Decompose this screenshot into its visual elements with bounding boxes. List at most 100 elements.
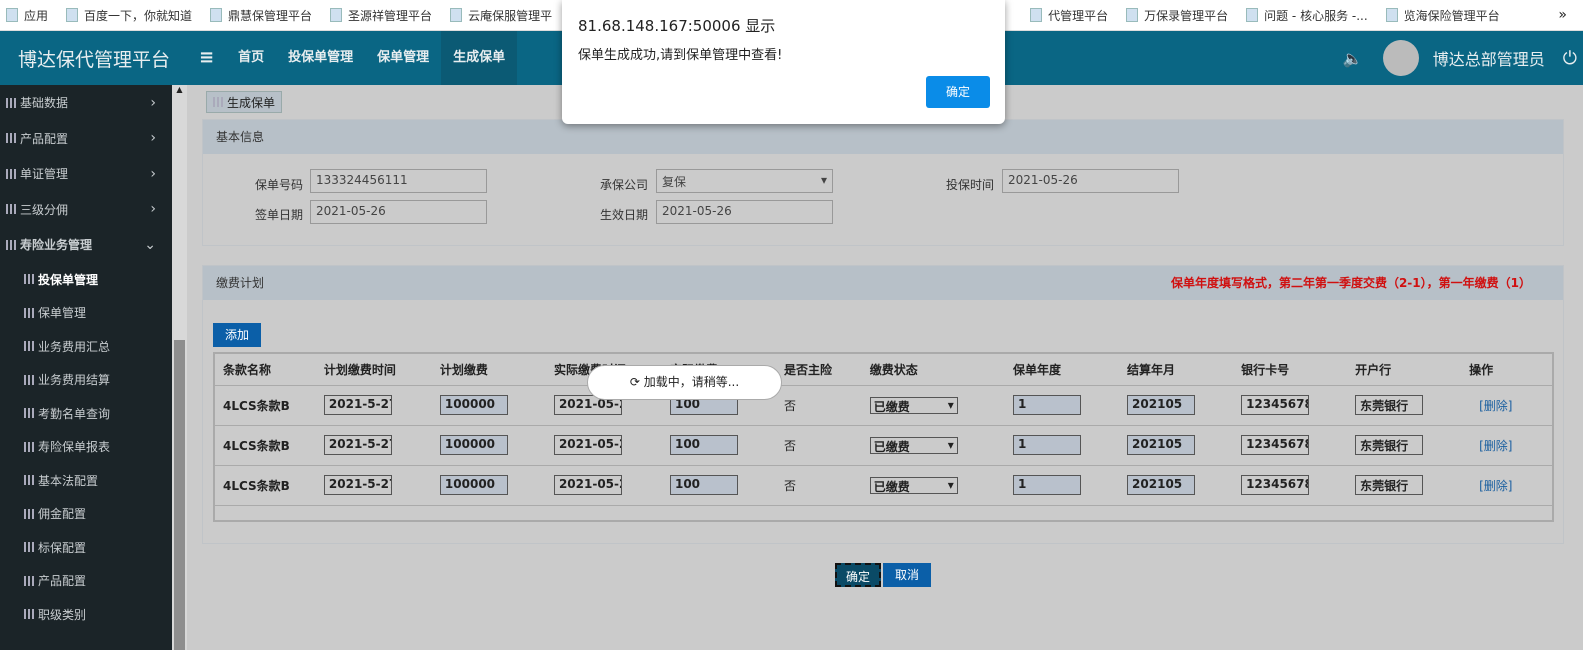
policy-no-input[interactable]: 133324456111 [310,169,487,193]
sidebar-item[interactable]: 基本法配置 [0,464,172,498]
plan_time-input[interactable]: 2021-5-27 [323,475,392,495]
sidebar-item-label: 业务费用结算 [38,373,111,388]
breadcrumb-tab[interactable]: 生成保单 [206,91,283,113]
sidebar-item[interactable]: 投保单管理 [0,263,172,297]
status-select[interactable]: 已缴费 ▾ [869,436,958,454]
bookmark-label: 鼎慧保管理平台 [228,8,313,23]
plan_fee-input[interactable]: 100000 [439,395,508,415]
bookmark-icon [450,8,463,22]
add-button[interactable]: 添加 [213,323,262,347]
sidebar-item-label: 保单管理 [38,306,87,321]
format-hint: 保单年度填写格式，第二年第一季度交费（2-1），第一年缴费（1） [1170,276,1531,290]
bookmark-label: 云庵保服管理平 [468,8,553,23]
user-name[interactable]: 博达总部管理员 [1433,46,1545,70]
bookmark-item[interactable]: 鼎慧保管理平台 [210,7,312,24]
sidebar-group[interactable]: 寿险业务管理 ⌄ [0,227,172,263]
apply-time-input[interactable]: 2021-05-26 [1002,169,1179,193]
menu-toggle-icon[interactable]: ≡ [187,31,226,85]
nav-policy[interactable]: 保单管理 [365,31,441,85]
power-icon[interactable]: ⏻ [1563,48,1577,69]
cancel-button[interactable]: 取消 [883,563,932,587]
bookmark-label: 应用 [24,8,49,23]
label: 签单日期 [254,208,303,222]
sidebar-item[interactable]: 职级类别 [0,598,172,632]
bookmark-item[interactable]: 问题 - 核心服务 -... [1246,7,1368,24]
sidebar-item[interactable]: 标保配置 [0,531,172,565]
status-select[interactable]: 已缴费 ▾ [869,476,958,494]
actual_fee-input[interactable]: 100 [669,475,738,495]
card-input[interactable]: 123456789 [1241,395,1310,415]
label: 生效日期 [599,208,648,222]
plan_time-input[interactable]: 2021-5-27 [323,435,392,455]
bookmark-item[interactable]: 代管理平台 [1030,7,1108,24]
clause-name: 4LCS条款B [215,465,316,506]
actual_time-input[interactable]: 2021-05-2 [553,475,622,495]
delete-link[interactable]: [删除] [1479,439,1512,453]
bookmark-item[interactable]: 百度一下，你就知道 [66,7,192,24]
bookmark-icon [1246,8,1259,22]
sidebar-item[interactable]: 产品配置 [0,564,172,598]
nav-generate-policy[interactable]: 生成保单 [441,31,518,85]
sidebar-item[interactable]: 佣金配置 [0,497,172,531]
sign-date-input[interactable]: 2021-05-26 [310,200,487,224]
avatar[interactable] [1382,40,1419,76]
settle-input[interactable]: 202105 [1127,395,1196,415]
insurer-select[interactable]: 复保 ▾ [656,169,833,193]
menu-icon [6,204,16,215]
settle-input[interactable]: 202105 [1127,475,1196,495]
chevron-icon: › [150,94,156,111]
sidebar-item[interactable]: 保单管理 [0,296,172,330]
bookmark-item[interactable]: 应用 [6,7,48,24]
sidebar-group-label: 产品配置 [20,131,69,146]
card-input[interactable]: 123456789 [1241,475,1310,495]
plan_time-input[interactable]: 2021-5-27 [323,395,392,415]
bookmark-icon [1030,8,1043,22]
card-input[interactable]: 123456789 [1241,435,1310,455]
plan_fee-input[interactable]: 100000 [439,475,508,495]
delete-link[interactable]: [删除] [1479,479,1512,493]
sidebar-item[interactable]: 业务费用结算 [0,363,172,397]
bookmark-item[interactable]: 圣源祥管理平台 [330,7,432,24]
grid-icon [24,274,34,285]
sidebar-item-label: 业务费用汇总 [38,339,111,354]
plan_fee-input[interactable]: 100000 [439,435,508,455]
dialog-ok-button[interactable]: 确定 [926,76,990,108]
sidebar-scrollbar[interactable]: ▲ [172,85,187,650]
confirm-button[interactable]: 确定 [835,563,882,587]
bank-input[interactable]: 东莞银行 [1355,475,1424,495]
more-bookmarks-icon[interactable]: » [1558,7,1567,23]
sidebar-item[interactable]: 寿险保单报表 [0,430,172,464]
main-content: 生成保单 基本信息 保单号码 133324456111 承保公司 复保 ▾ 投保时… [187,85,1583,650]
refresh-icon: ⟳ [629,375,640,389]
panel-title: 基本信息 [203,120,1563,154]
bookmark-item[interactable]: 览海保险管理平台 [1385,7,1500,24]
bookmark-label: 览海保险管理平台 [1403,8,1500,23]
bank-input[interactable]: 东莞银行 [1355,435,1424,455]
delete-link[interactable]: [删除] [1479,399,1512,413]
bookmark-item[interactable]: 云庵保服管理平 [450,7,552,24]
actual_time-input[interactable]: 2021-05-2 [553,435,622,455]
sidebar-group[interactable]: 单证管理 › [0,156,172,192]
sidebar-item[interactable]: 考勤名单查询 [0,397,172,431]
table-row: 4LCS条款B 2021-5-27 100000 2021-05-2 100 否已缴费 ▾ 1… [215,385,1552,426]
effective-date-input[interactable]: 2021-05-26 [656,200,833,224]
grid-icon [24,475,34,486]
sidebar-group[interactable]: 三级分佣 › [0,192,172,228]
year-input[interactable]: 1 [1013,435,1082,455]
status-select[interactable]: 已缴费 ▾ [869,396,958,414]
speaker-icon[interactable]: 🔈 [1343,49,1363,68]
sidebar-group[interactable]: 基础数据 › [0,85,172,121]
bookmark-icon [1126,8,1139,22]
settle-input[interactable]: 202105 [1127,435,1196,455]
nav-application[interactable]: 投保单管理 [276,31,365,85]
year-input[interactable]: 1 [1013,475,1082,495]
bookmark-item[interactable]: 万保录管理平台 [1126,7,1228,24]
nav-home[interactable]: 首页 [226,31,276,85]
app-logo: 博达保代管理平台 [18,48,171,71]
sidebar-group[interactable]: 产品配置 › [0,121,172,157]
bank-input[interactable]: 东莞银行 [1355,395,1424,415]
grid-icon [24,307,34,318]
year-input[interactable]: 1 [1013,395,1082,415]
actual_fee-input[interactable]: 100 [669,435,738,455]
sidebar-item[interactable]: 业务费用汇总 [0,330,172,364]
